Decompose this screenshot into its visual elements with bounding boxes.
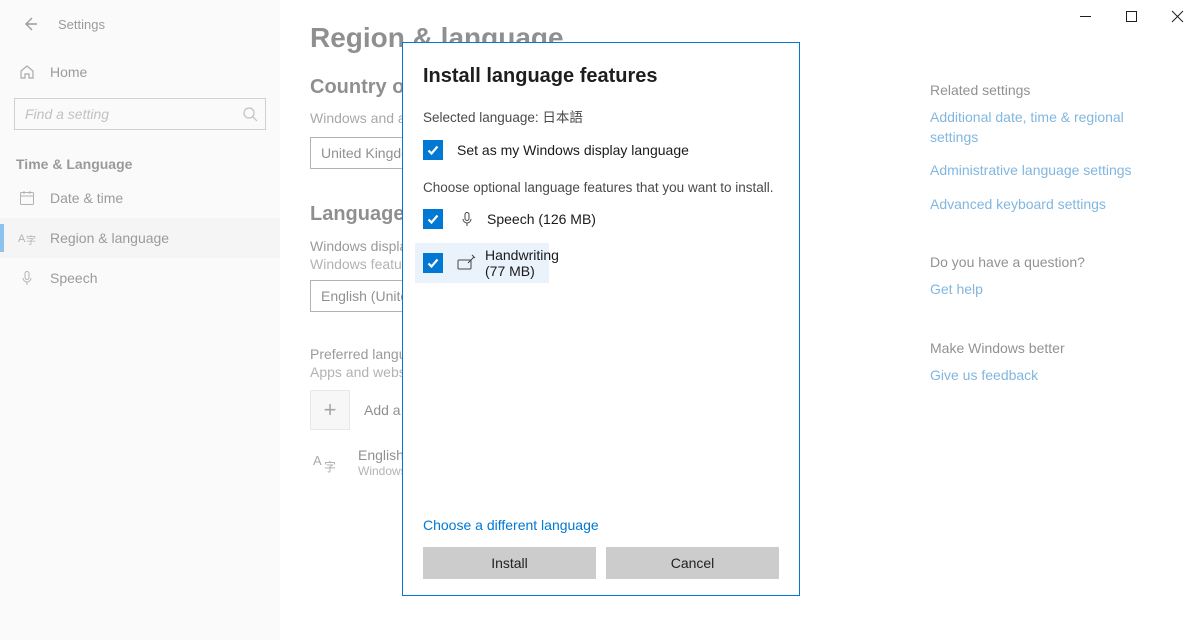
nav-item-label: Speech xyxy=(50,270,97,286)
checkbox-checked-icon xyxy=(423,140,443,160)
link-advanced-keyboard[interactable]: Advanced keyboard settings xyxy=(930,195,1160,215)
calendar-icon xyxy=(18,190,36,206)
home-icon xyxy=(18,64,36,80)
feature-handwriting-label: Handwriting (77 MB) xyxy=(485,247,559,279)
pen-tablet-icon xyxy=(457,255,475,271)
dialog-choose-text: Choose optional language features that y… xyxy=(423,180,779,195)
window-controls xyxy=(1062,0,1200,32)
link-administrative-language[interactable]: Administrative language settings xyxy=(930,161,1160,181)
better-heading: Make Windows better xyxy=(930,340,1160,356)
link-choose-different-language[interactable]: Choose a different language xyxy=(423,517,779,533)
nav-item-region-language[interactable]: A字 Region & language xyxy=(0,218,280,258)
nav-item-speech[interactable]: Speech xyxy=(0,258,280,298)
app-title: Settings xyxy=(58,17,105,32)
feature-handwriting[interactable]: Handwriting (77 MB) xyxy=(415,243,549,283)
svg-text:A: A xyxy=(313,453,322,468)
mic-icon xyxy=(457,211,477,227)
language-icon: A字 xyxy=(18,229,36,247)
right-column: Related settings Additional date, time &… xyxy=(930,22,1160,640)
checkbox-checked-icon xyxy=(423,209,443,229)
dialog-selected-value: 日本語 xyxy=(542,110,583,125)
link-feedback[interactable]: Give us feedback xyxy=(930,366,1160,386)
nav-item-date-time[interactable]: Date & time xyxy=(0,178,280,218)
maximize-button[interactable] xyxy=(1108,0,1154,32)
dialog-title: Install language features xyxy=(423,65,779,88)
dialog-selected-prefix: Selected language: xyxy=(423,110,542,125)
option-set-display-label: Set as my Windows display language xyxy=(457,142,689,158)
back-button[interactable] xyxy=(16,10,44,38)
nav-item-label: Date & time xyxy=(50,190,123,206)
question-heading: Do you have a question? xyxy=(930,254,1160,270)
link-get-help[interactable]: Get help xyxy=(930,280,1160,300)
related-settings-heading: Related settings xyxy=(930,82,1160,98)
search-wrap xyxy=(14,98,266,130)
svg-text:A: A xyxy=(18,233,26,245)
feature-speech-label: Speech (126 MB) xyxy=(487,211,596,227)
option-set-display-language[interactable]: Set as my Windows display language xyxy=(423,140,779,160)
minimize-button[interactable] xyxy=(1062,0,1108,32)
checkbox-checked-icon xyxy=(423,253,443,273)
language-entry-icon: A字 xyxy=(310,446,344,480)
cancel-button[interactable]: Cancel xyxy=(606,547,779,579)
feature-speech[interactable]: Speech (126 MB) xyxy=(423,209,779,229)
search-icon xyxy=(242,106,258,122)
install-language-dialog: Install language features Selected langu… xyxy=(402,42,800,596)
plus-icon: + xyxy=(310,390,350,430)
svg-text:字: 字 xyxy=(324,459,336,474)
nav-home-label: Home xyxy=(50,64,87,80)
title-bar: Settings xyxy=(0,0,280,48)
app-root: Settings Home Time & Language Date & tim… xyxy=(0,0,1200,640)
dialog-actions: Install Cancel xyxy=(423,547,779,579)
nav-item-label: Region & language xyxy=(50,230,169,246)
nav-category: Time & Language xyxy=(0,146,280,178)
arrow-left-icon xyxy=(21,15,39,33)
dialog-selected-language: Selected language: 日本語 xyxy=(423,106,779,126)
nav-home[interactable]: Home xyxy=(0,52,280,92)
close-button[interactable] xyxy=(1154,0,1200,32)
install-button[interactable]: Install xyxy=(423,547,596,579)
sidebar: Settings Home Time & Language Date & tim… xyxy=(0,0,280,640)
search-input[interactable] xyxy=(14,98,266,130)
mic-icon xyxy=(18,270,36,286)
svg-text:字: 字 xyxy=(26,234,36,247)
link-additional-regional[interactable]: Additional date, time & regional setting… xyxy=(930,108,1160,147)
